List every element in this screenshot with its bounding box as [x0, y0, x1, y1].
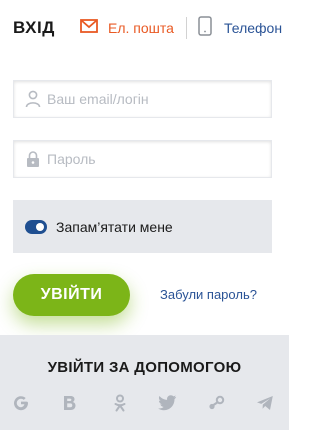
remember-me-label: Запам’ятати мене — [56, 218, 173, 235]
page-title: ВХІД — [13, 18, 55, 37]
password-input[interactable] — [47, 151, 267, 167]
login-header: ВХІД Ел. пошта Телефон — [0, 0, 289, 58]
vk-icon[interactable] — [60, 393, 80, 413]
tab-phone-label: Телефон — [224, 20, 283, 36]
phone-icon — [198, 15, 212, 41]
odnoklassniki-icon[interactable] — [110, 393, 130, 413]
social-login-title: УВІЙТИ ЗА ДОПОМОГОЮ — [47, 359, 242, 376]
email-field — [13, 80, 272, 118]
telegram-icon[interactable] — [255, 393, 275, 413]
tab-phone[interactable]: Телефон — [198, 14, 282, 42]
toggle-knob — [36, 222, 44, 231]
remember-me-toggle[interactable] — [25, 219, 47, 234]
forgot-password-link[interactable]: Забули пароль? — [160, 287, 257, 302]
user-icon — [23, 90, 43, 108]
steam-icon[interactable] — [206, 393, 226, 413]
email-input[interactable] — [47, 91, 267, 107]
remember-me-row[interactable]: Запам’ятати мене — [13, 200, 272, 253]
social-login-panel: УВІЙТИ ЗА ДОПОМОГОЮ — [0, 335, 289, 430]
twitter-icon[interactable] — [157, 393, 177, 413]
tab-email[interactable]: Ел. пошта — [80, 14, 174, 42]
tab-divider — [186, 17, 187, 39]
envelope-icon — [80, 18, 98, 39]
tab-email-label: Ел. пошта — [108, 20, 174, 36]
lock-icon — [23, 150, 43, 168]
password-field — [13, 140, 272, 178]
login-button[interactable]: УВІЙТИ — [13, 274, 130, 316]
google-icon[interactable] — [11, 393, 31, 413]
